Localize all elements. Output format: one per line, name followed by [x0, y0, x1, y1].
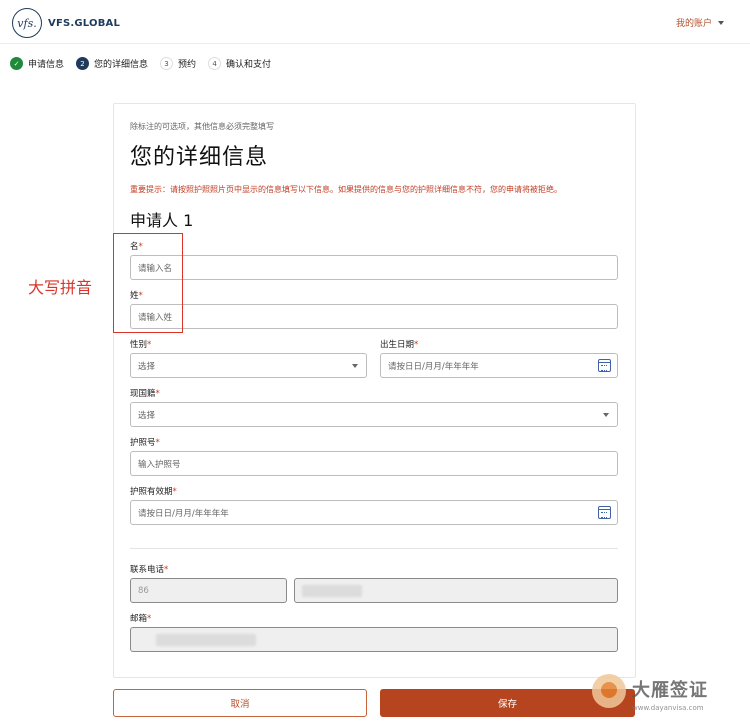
nationality-value: 选择: [138, 410, 156, 421]
redacted-email: [156, 634, 256, 646]
goose-logo-icon: [592, 674, 626, 708]
step-your-details: 2 您的详细信息: [76, 57, 148, 70]
dob-placeholder: 请按日日/月月/年年年年: [388, 361, 479, 372]
step-label: 预约: [178, 60, 197, 70]
phone-country-code[interactable]: 86: [130, 578, 287, 603]
step-label: 您的详细信息: [94, 60, 149, 70]
email-input[interactable]: [130, 627, 618, 652]
applicant-heading: 申请人 1: [130, 211, 194, 230]
chevron-down-icon: [603, 413, 609, 417]
step-appointment: 3 预约: [160, 57, 196, 70]
passport-warning: 重要提示：请按照护照照片页中显示的信息填写以下信息。如果提供的信息与您的护照详细…: [130, 185, 562, 194]
progress-steps: ✓ 申请信息 2 您的详细信息 3 预约 4 确认和支付: [10, 57, 271, 70]
gender-select[interactable]: 选择: [130, 353, 367, 378]
passport-expiry-placeholder: 请按日日/月月/年年年年: [138, 508, 229, 519]
step-number: 2: [76, 57, 90, 70]
gender-label: 性别*: [130, 340, 152, 350]
dob-label: 出生日期*: [380, 340, 419, 350]
calendar-icon[interactable]: [598, 506, 611, 519]
top-header: vfs. VFS.GLOBAL 我的账户: [0, 0, 750, 44]
passport-number-label: 护照号*: [130, 438, 160, 448]
logo-text: VFS.GLOBAL: [48, 17, 121, 29]
first-name-input[interactable]: 请输入名: [130, 255, 618, 280]
cancel-button[interactable]: 取消: [113, 689, 367, 717]
required-hint: 除标注的可选项，其他信息必须完整填写: [130, 122, 274, 131]
annotation-highlight-box: [113, 233, 183, 333]
check-icon: ✓: [10, 57, 23, 70]
vfs-logo-icon: vfs.: [12, 8, 42, 38]
chevron-down-icon: [718, 20, 724, 25]
nationality-select[interactable]: 选择: [130, 402, 618, 427]
nationality-label: 现国籍*: [130, 389, 160, 399]
watermark-name: 大雁签证: [632, 680, 708, 701]
calendar-icon[interactable]: [598, 359, 611, 372]
gender-value: 选择: [138, 361, 156, 372]
account-label: 我的账户: [675, 19, 712, 29]
details-form-card: 除标注的可选项，其他信息必须完整填写 您的详细信息 重要提示：请按照护照照片页中…: [113, 103, 636, 678]
passport-number-placeholder: 输入护照号: [138, 459, 181, 470]
step-number: 4: [208, 57, 222, 70]
passport-number-input[interactable]: 输入护照号: [130, 451, 618, 476]
step-number: 3: [160, 57, 174, 70]
page-title: 您的详细信息: [130, 145, 269, 170]
dob-input[interactable]: 请按日日/月月/年年年年: [380, 353, 618, 378]
annotation-text: 大写拼音: [28, 278, 93, 297]
passport-expiry-input[interactable]: 请按日日/月月/年年年年: [130, 500, 618, 525]
country-code-value: 86: [138, 585, 149, 596]
step-confirm-pay: 4 确认和支付: [208, 57, 271, 70]
phone-label: 联系电话*: [130, 565, 169, 575]
redacted-phone: [302, 585, 362, 597]
watermark: 大雁签证 www.dayanvisa.com: [592, 672, 742, 720]
vfs-logo[interactable]: vfs. VFS.GLOBAL: [12, 8, 120, 38]
phone-number-input[interactable]: [294, 578, 618, 603]
step-label: 确认和支付: [226, 60, 272, 70]
email-label: 邮箱*: [130, 614, 152, 624]
step-application-info: ✓ 申请信息: [10, 57, 64, 70]
step-label: 申请信息: [28, 60, 65, 70]
section-divider: [130, 548, 618, 549]
account-menu[interactable]: 我的账户: [676, 16, 724, 29]
last-name-input[interactable]: 请输入姓: [130, 304, 618, 329]
passport-expiry-label: 护照有效期*: [130, 487, 177, 497]
watermark-url: www.dayanvisa.com: [632, 704, 704, 712]
chevron-down-icon: [352, 364, 358, 368]
